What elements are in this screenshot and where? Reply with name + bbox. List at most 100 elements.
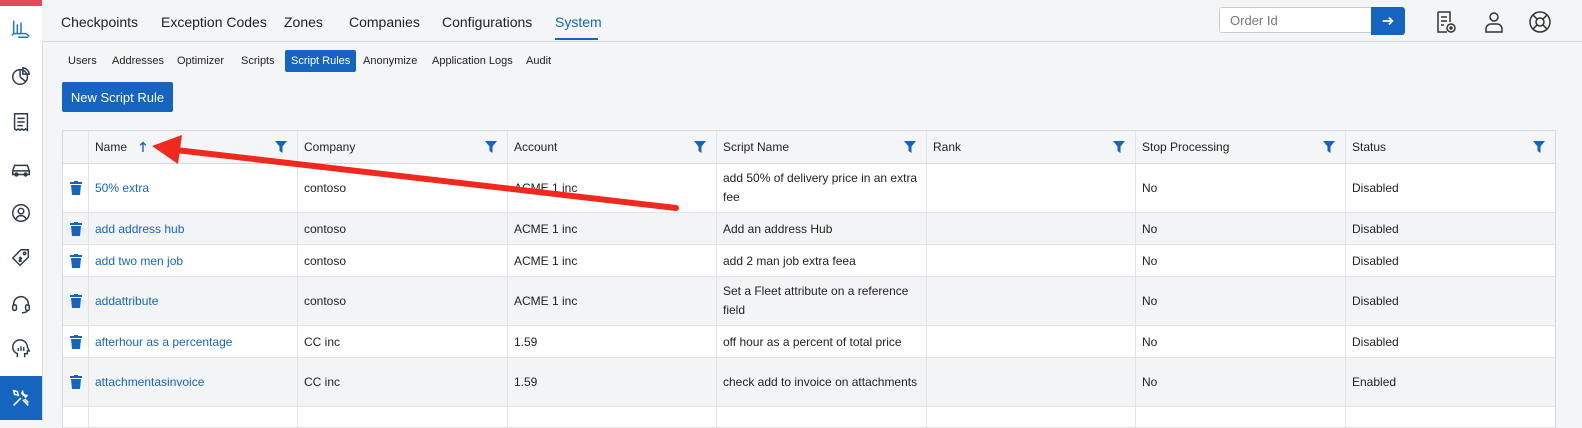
price-tag-icon[interactable] <box>9 246 33 270</box>
logo-icon[interactable] <box>9 17 33 41</box>
trash-icon[interactable] <box>69 375 82 389</box>
header-company[interactable]: Company <box>298 131 508 163</box>
row-actions-cell <box>63 277 89 325</box>
cell-stop-processing: No <box>1136 245 1346 276</box>
cell-company: contoso <box>298 277 508 325</box>
cell-company: CC inc <box>298 326 508 357</box>
filter-icon[interactable] <box>1323 141 1335 153</box>
trash-icon[interactable] <box>69 294 82 308</box>
user-circle-icon[interactable] <box>9 201 33 225</box>
tab-exception-codes[interactable]: Exception Codes <box>161 14 267 30</box>
cell-account: ACME 1 inc <box>508 245 717 276</box>
rule-name-link[interactable]: afterhour as a percentage <box>95 335 232 349</box>
cell-status: Disabled <box>1352 253 1399 268</box>
brain-icon[interactable] <box>9 337 33 361</box>
subnav-addresses[interactable]: Addresses <box>106 50 170 72</box>
help-lifebuoy-icon[interactable] <box>1527 9 1553 35</box>
row-actions-cell <box>63 407 89 427</box>
header-account[interactable]: Account <box>508 131 717 163</box>
cell-script-name: add 50% of delivery price in an extra fe… <box>717 164 927 212</box>
car-icon[interactable] <box>9 157 33 181</box>
tools-icon[interactable] <box>0 376 42 420</box>
subnav-users[interactable]: Users <box>62 50 103 72</box>
cell-name: afterhour as a percentage <box>89 326 298 357</box>
row-actions-cell <box>63 213 89 244</box>
trash-icon[interactable] <box>69 181 82 195</box>
arrow-right-icon <box>1382 16 1394 26</box>
table-header-row: Name Company Account Script Name Rank St… <box>63 131 1555 164</box>
filter-icon[interactable] <box>904 141 916 153</box>
cell-status: Disabled <box>1352 334 1399 349</box>
cell-rank <box>927 245 1136 276</box>
order-id-input[interactable] <box>1219 7 1371 33</box>
row-actions-cell <box>63 164 89 212</box>
rule-name-link[interactable]: add two men job <box>95 254 183 268</box>
row-actions-cell <box>63 326 89 357</box>
headset-icon[interactable] <box>9 292 33 316</box>
trash-icon[interactable] <box>69 221 82 236</box>
cell-company: CC inc <box>298 358 508 406</box>
cell-script-name: off hour as a percent of total price <box>717 326 927 357</box>
header-rank[interactable]: Rank <box>927 131 1136 163</box>
header-status[interactable]: Status <box>1346 131 1555 163</box>
subnav-anonymize[interactable]: Anonymize <box>357 50 423 72</box>
sort-ascending-icon[interactable] <box>139 141 147 153</box>
subnav-script-rules[interactable]: Script Rules <box>285 50 357 72</box>
trash-icon[interactable] <box>69 334 82 349</box>
rail-top-accent <box>0 0 42 6</box>
new-script-rule-button[interactable]: New Script Rule <box>62 82 173 112</box>
table-row[interactable]: add address hub contoso ACME 1 inc Add a… <box>63 213 1555 245</box>
header-name[interactable]: Name <box>89 131 298 163</box>
filter-icon[interactable] <box>275 141 287 153</box>
header-stop-processing[interactable]: Stop Processing <box>1136 131 1346 163</box>
add-invoice-icon[interactable] <box>1432 9 1458 35</box>
user-profile-icon[interactable] <box>1481 9 1507 35</box>
subnav-application-logs[interactable]: Application Logs <box>426 50 519 72</box>
tab-configurations[interactable]: Configurations <box>442 14 532 30</box>
active-tab-underline <box>555 38 598 40</box>
cell-company: contoso <box>298 164 508 212</box>
header-company-label: Company <box>304 140 356 154</box>
filter-icon[interactable] <box>485 141 497 153</box>
cell-rank <box>927 277 1136 325</box>
receipt-icon[interactable] <box>9 110 33 134</box>
cell-stop-processing: No <box>1136 326 1346 357</box>
filter-icon[interactable] <box>1533 141 1545 153</box>
tab-system[interactable]: System <box>555 14 602 30</box>
table-row[interactable]: attachmentasinvoice CC inc 1.59 check ad… <box>63 358 1555 407</box>
rule-name-link[interactable]: add address hub <box>95 222 184 236</box>
header-script-name-label: Script Name <box>723 140 790 154</box>
rule-name-link[interactable]: 50% extra <box>95 181 149 195</box>
table-row[interactable]: 50% extra contoso ACME 1 inc add 50% of … <box>63 164 1555 213</box>
header-script-name[interactable]: Script Name <box>717 131 927 163</box>
rule-name-link[interactable]: attachmentasinvoice <box>95 375 204 389</box>
table-row[interactable]: afterhour as a percentage CC inc 1.59 of… <box>63 326 1555 358</box>
cell-stop-processing: No <box>1136 358 1346 406</box>
order-search-button[interactable] <box>1371 7 1405 35</box>
subnav-scripts[interactable]: Scripts <box>235 50 281 72</box>
filter-icon[interactable] <box>694 141 706 153</box>
cell-status: Disabled <box>1352 294 1399 308</box>
tab-zones[interactable]: Zones <box>284 14 323 30</box>
table-row[interactable] <box>63 407 1555 428</box>
rule-name-link[interactable]: addattribute <box>95 294 158 308</box>
cell-name: 50% extra <box>89 164 298 212</box>
header-actions-cell <box>63 131 89 163</box>
filter-icon[interactable] <box>1113 141 1125 153</box>
header-rank-label: Rank <box>933 140 962 154</box>
tab-companies[interactable]: Companies <box>349 14 420 30</box>
table-row[interactable]: add two men job contoso ACME 1 inc add 2… <box>63 245 1555 277</box>
cell-account: 1.59 <box>508 326 717 357</box>
table-row[interactable]: addattribute contoso ACME 1 inc Set a Fl… <box>63 277 1555 326</box>
left-rail <box>0 0 43 420</box>
tab-checkpoints[interactable]: Checkpoints <box>61 14 138 30</box>
trash-icon[interactable] <box>69 253 82 268</box>
cell-company: contoso <box>298 245 508 276</box>
subnav-optimizer[interactable]: Optimizer <box>171 50 230 72</box>
cell-name: add two men job <box>89 245 298 276</box>
pie-chart-icon[interactable] <box>9 64 33 88</box>
subnav-audit[interactable]: Audit <box>520 50 557 72</box>
cell-script-name: add 2 man job extra feea <box>717 245 927 276</box>
row-actions-cell <box>63 245 89 276</box>
cell-name: add address hub <box>89 213 298 244</box>
